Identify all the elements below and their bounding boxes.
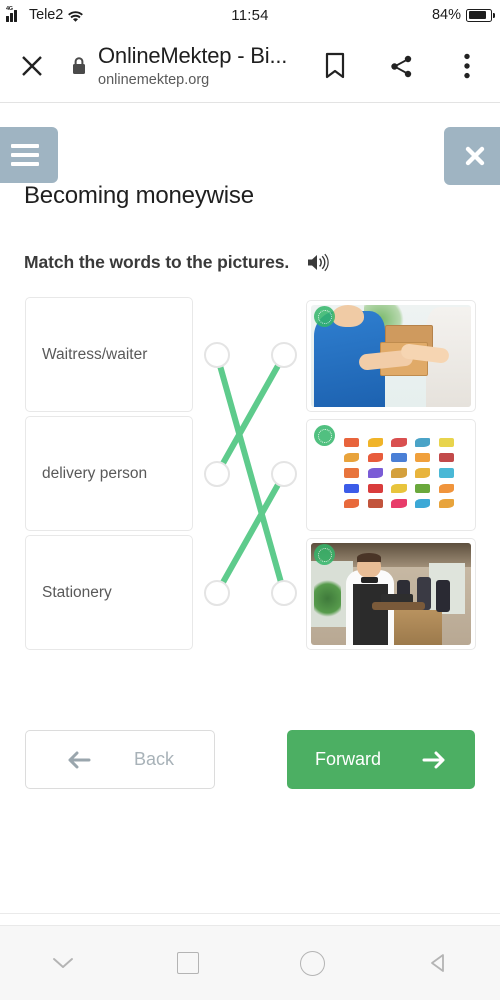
hamburger-bar xyxy=(11,162,39,166)
stationery-icon xyxy=(391,438,406,447)
picture-column xyxy=(306,300,476,657)
arrow-left-icon xyxy=(66,750,92,770)
word-card[interactable]: Stationery xyxy=(25,535,193,650)
chevron-down-icon[interactable] xyxy=(0,955,125,971)
connection-line xyxy=(217,355,284,474)
connector-dot-right-2[interactable] xyxy=(271,461,297,487)
instruction-text: Match the words to the pictures. xyxy=(24,252,289,273)
speaker-icon[interactable] xyxy=(307,253,329,273)
word-label: delivery person xyxy=(42,465,147,483)
stationery-icon xyxy=(415,453,430,462)
stationery-icon xyxy=(344,468,359,477)
hamburger-menu-button[interactable] xyxy=(0,127,58,183)
hamburger-bar xyxy=(11,144,39,148)
stationery-icon xyxy=(344,453,359,462)
more-vertical-icon[interactable] xyxy=(434,53,500,79)
stationery-icon xyxy=(415,438,430,447)
bookmark-icon[interactable] xyxy=(302,52,368,80)
connector-dot-left-3[interactable] xyxy=(204,580,230,606)
word-label: Waitress/waiter xyxy=(42,346,147,364)
stationery-icon xyxy=(391,453,406,462)
waiter-image xyxy=(311,543,471,645)
system-navigation-bar xyxy=(0,925,500,1000)
divider xyxy=(0,913,500,914)
address-bar[interactable]: OnlineMektep - Bi... onlinemektep.org xyxy=(94,42,302,90)
forward-button-label: Forward xyxy=(315,749,381,770)
clock: 11:54 xyxy=(0,7,500,24)
stationery-icon xyxy=(439,499,454,508)
connector-dot-right-1[interactable] xyxy=(271,342,297,368)
stationery-icon xyxy=(439,468,454,477)
stationery-icon xyxy=(439,484,454,493)
browser-close-button[interactable] xyxy=(0,53,64,79)
stationery-icon xyxy=(368,484,383,493)
stationery-icon xyxy=(368,468,383,477)
word-card[interactable]: delivery person xyxy=(25,416,193,531)
page-url-label: onlinemektep.org xyxy=(98,70,302,90)
recents-square-icon[interactable] xyxy=(125,952,250,974)
word-card[interactable]: Waitress/waiter xyxy=(25,297,193,412)
lesson-title: Becoming moneywise xyxy=(24,182,254,210)
hamburger-bar xyxy=(11,153,39,157)
stationery-icon xyxy=(344,484,359,493)
stationery-icon xyxy=(391,484,406,493)
connector-dot-left-1[interactable] xyxy=(204,342,230,368)
stationery-icon xyxy=(368,453,383,462)
word-label: Stationery xyxy=(42,584,112,602)
close-lesson-button[interactable] xyxy=(444,127,500,185)
back-button[interactable]: Back xyxy=(25,730,215,789)
stationery-icon xyxy=(415,468,430,477)
connection-line xyxy=(217,474,284,593)
stationery-icon xyxy=(368,499,383,508)
picture-card-stationery[interactable] xyxy=(306,419,476,531)
stationery-icon xyxy=(368,438,383,447)
forward-button[interactable]: Forward xyxy=(287,730,475,789)
browser-toolbar: OnlineMektep - Bi... onlinemektep.org xyxy=(0,30,500,103)
logo-badge-icon xyxy=(314,544,335,565)
battery-percent-label: 84% xyxy=(432,7,461,23)
picture-card-waiter[interactable] xyxy=(306,538,476,650)
page-title-label: OnlineMektep - Bi... xyxy=(98,42,302,69)
back-triangle-icon[interactable] xyxy=(375,951,500,975)
stationery-icon xyxy=(415,484,430,493)
screen: 4G Tele2 11:54 84% OnlineMektep - Bi... … xyxy=(0,0,500,1000)
picture-card-delivery[interactable] xyxy=(306,300,476,412)
stationery-icon xyxy=(344,499,359,508)
lock-icon xyxy=(64,56,94,76)
stationery-icon xyxy=(391,468,406,477)
stationery-icon xyxy=(391,499,406,508)
stationery-icon xyxy=(415,499,430,508)
battery-icon xyxy=(466,9,492,22)
status-bar: 4G Tele2 11:54 84% xyxy=(0,0,500,30)
stationery-icon xyxy=(439,438,454,447)
stationery-icon xyxy=(439,453,454,462)
connector-layer xyxy=(195,297,310,657)
arrow-right-icon xyxy=(421,750,447,770)
matching-exercise: Waitress/waiter delivery person Statione… xyxy=(0,297,500,657)
stationery-icon xyxy=(344,438,359,447)
share-icon[interactable] xyxy=(368,54,434,79)
logo-badge-icon xyxy=(314,425,335,446)
delivery-person-image xyxy=(311,305,471,407)
logo-badge-icon xyxy=(314,306,335,327)
word-column: Waitress/waiter delivery person Statione… xyxy=(25,297,193,654)
connector-dot-left-2[interactable] xyxy=(204,461,230,487)
home-circle-icon[interactable] xyxy=(250,951,375,976)
connector-dot-right-3[interactable] xyxy=(271,580,297,606)
status-bar-right: 84% xyxy=(432,7,492,23)
stationery-icons-image xyxy=(311,424,471,526)
instruction-row: Match the words to the pictures. xyxy=(24,252,329,273)
back-button-label: Back xyxy=(134,749,174,770)
